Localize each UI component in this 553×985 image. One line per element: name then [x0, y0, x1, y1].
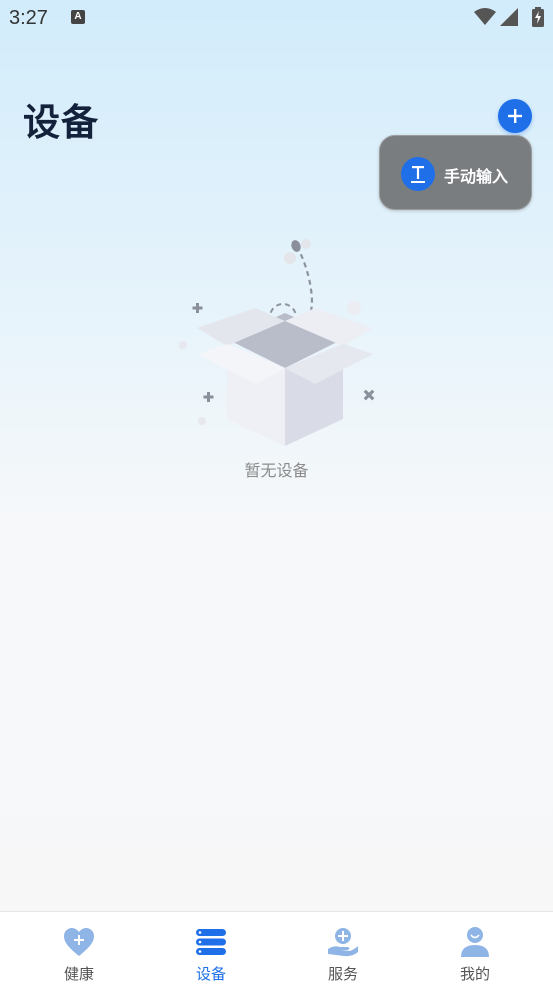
- open-box-icon: [179, 239, 375, 446]
- wifi-icon: [474, 8, 496, 25]
- nav-item-health[interactable]: 健康: [10, 912, 148, 985]
- status-bar: 3:27 A: [0, 0, 553, 38]
- add-device-popup: 手动输入: [379, 135, 532, 210]
- nav-label-device: 设备: [195, 965, 226, 983]
- nav-item-device[interactable]: 设备: [142, 912, 280, 985]
- signal-icon: [500, 8, 518, 26]
- a-icon: A: [71, 10, 85, 24]
- plus-icon: [508, 109, 522, 123]
- bottom-nav: 健康 设备 服务 我的: [0, 911, 553, 985]
- nav-item-mine[interactable]: 我的: [406, 912, 544, 985]
- user-icon: [461, 927, 489, 957]
- heart-icon: [64, 928, 94, 956]
- status-time: 3:27: [9, 7, 48, 29]
- device-list-icon: [196, 929, 226, 955]
- empty-state-text: 暂无设备: [244, 461, 309, 480]
- battery-icon: [532, 7, 544, 27]
- page-title: 设备: [23, 101, 99, 144]
- nav-label-service: 服务: [327, 965, 358, 983]
- add-button[interactable]: [498, 99, 532, 133]
- nav-label-health: 健康: [63, 965, 94, 983]
- nav-item-service[interactable]: 服务: [274, 912, 412, 985]
- service-hand-icon: [328, 928, 358, 957]
- manual-input-label: 手动输入: [444, 167, 509, 186]
- text-input-icon: [401, 157, 435, 191]
- nav-label-mine: 我的: [459, 965, 490, 983]
